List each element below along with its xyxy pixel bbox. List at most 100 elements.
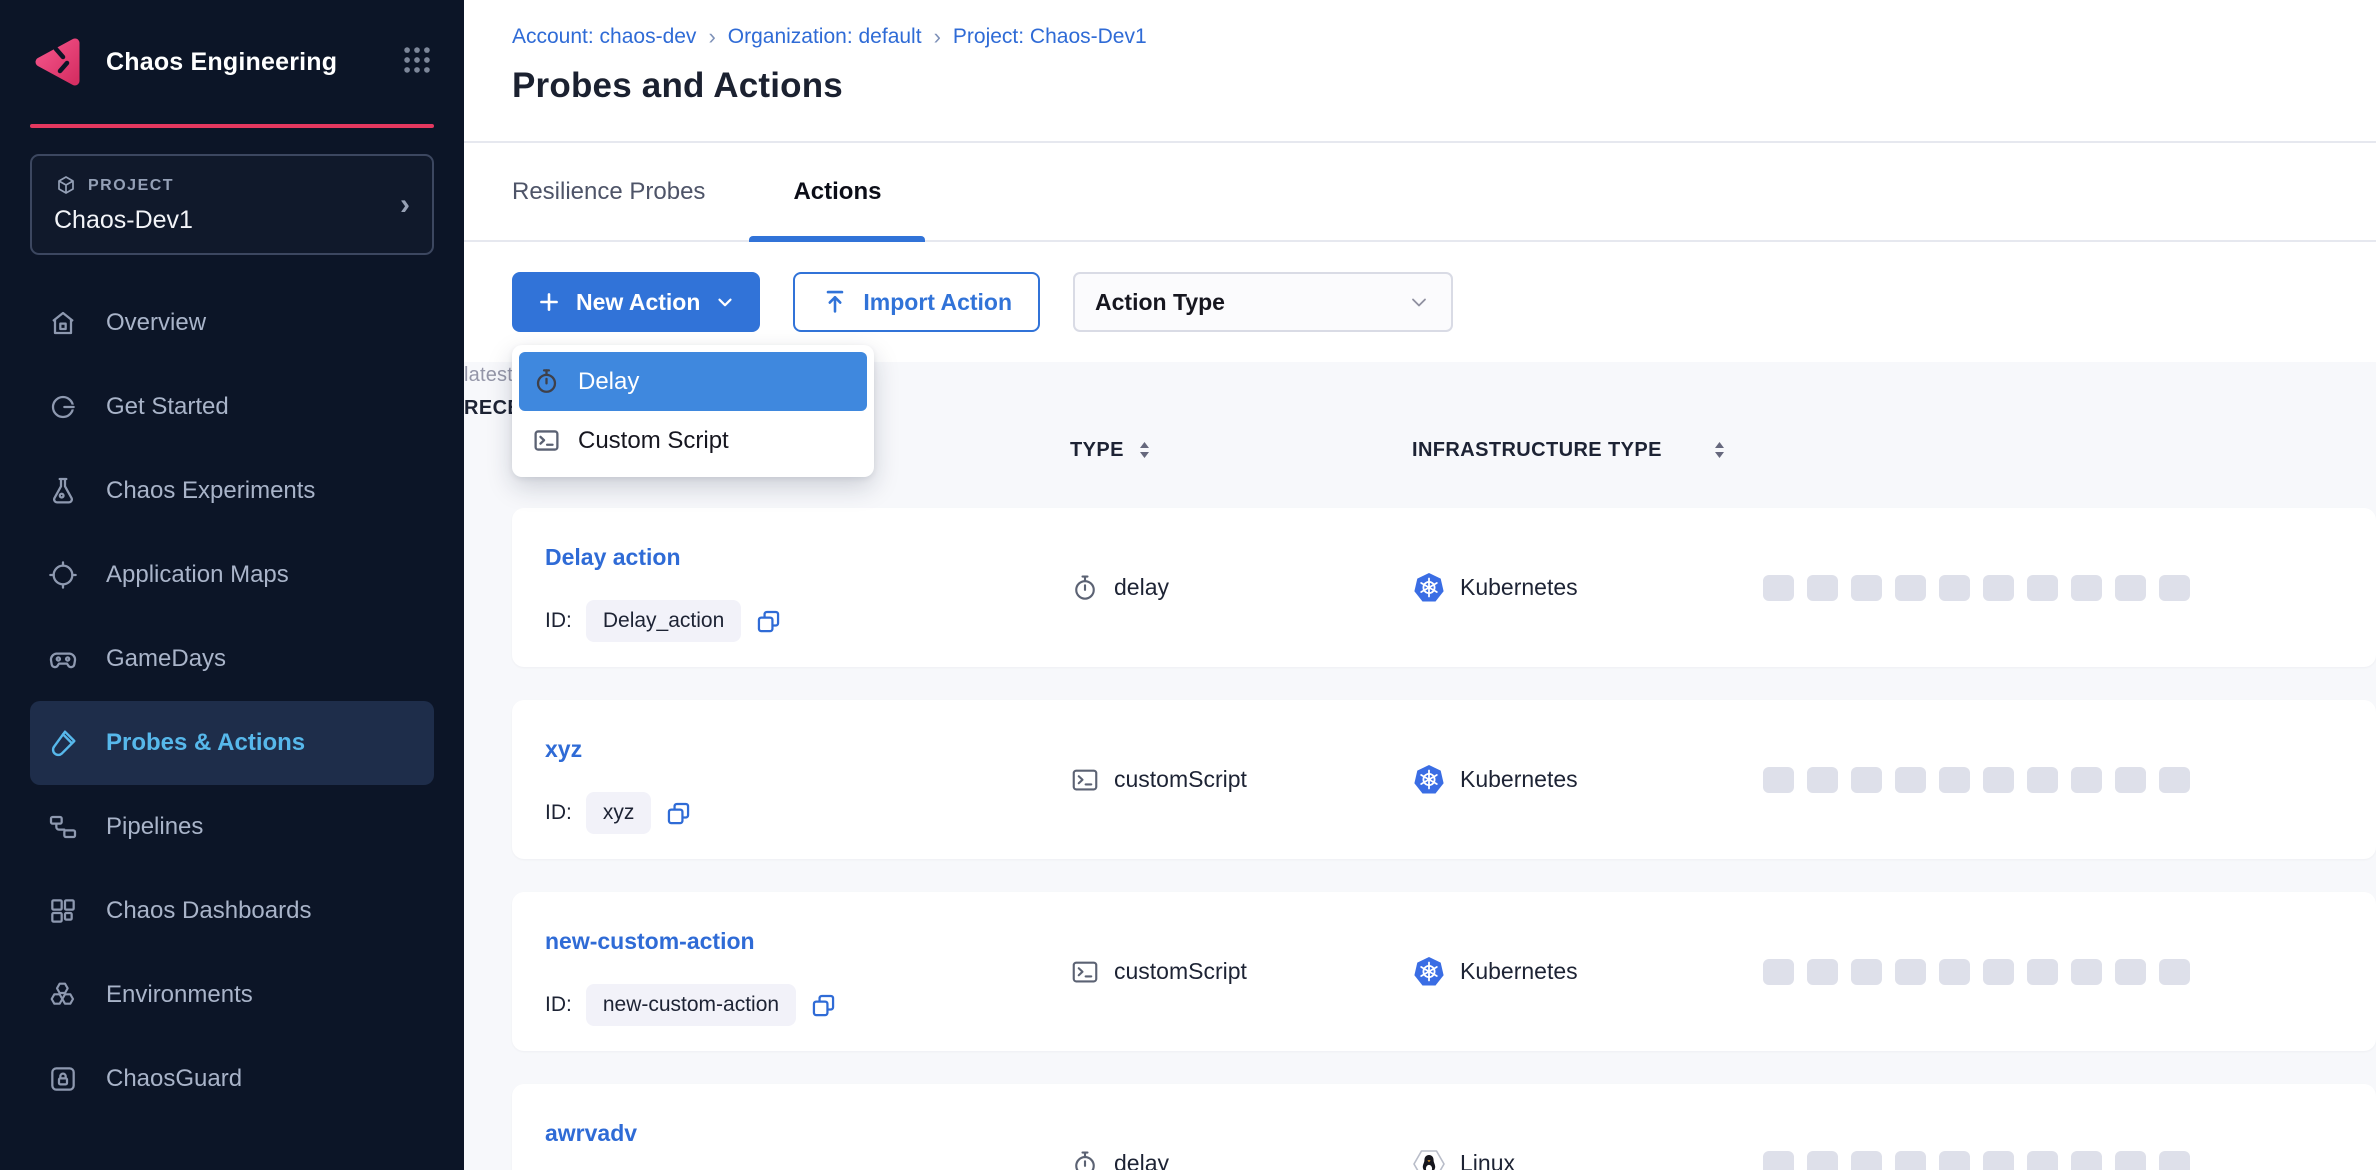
column-header-infrastructure-type[interactable]: INFRASTRUCTURE TYPE — [1412, 436, 1728, 464]
breadcrumb-account[interactable]: Account: chaos-dev — [512, 25, 696, 49]
sidebar-item-environments[interactable]: Environments — [30, 953, 434, 1037]
probe-icon — [46, 726, 80, 760]
execution-result-placeholder — [2159, 959, 2190, 985]
execution-result-placeholder — [1763, 767, 1794, 793]
stopwatch-icon — [1070, 573, 1100, 603]
toolbar: New Action Import Action Action Type — [464, 242, 2376, 362]
type-value: customScript — [1114, 766, 1247, 793]
tab-resilience-probes[interactable]: Resilience Probes — [512, 143, 749, 240]
execution-result-placeholder — [1895, 1151, 1926, 1170]
execution-result-placeholder — [2159, 767, 2190, 793]
gamepad-icon — [46, 642, 80, 676]
module-grid-icon[interactable] — [400, 43, 434, 82]
recent-executions-cell — [1763, 892, 2190, 1051]
infrastructure-cell: Linux — [1412, 1084, 1515, 1170]
sidebar-header: Chaos Engineering — [0, 0, 464, 118]
chevron-down-icon — [714, 291, 736, 313]
menu-item-custom-script[interactable]: Custom Script — [519, 411, 867, 470]
breadcrumb-organization[interactable]: Organization: default — [728, 25, 922, 49]
chaos-logo-icon — [30, 34, 86, 90]
execution-result-placeholder — [2027, 767, 2058, 793]
action-type-value: Action Type — [1095, 289, 1225, 316]
copy-icon[interactable] — [665, 800, 692, 827]
sidebar: Chaos Engineering PROJECT Chaos-Dev1 › — [0, 0, 464, 1170]
tab-actions[interactable]: Actions — [749, 143, 925, 240]
infrastructure-cell: Kubernetes — [1412, 892, 1578, 1051]
breadcrumb-project[interactable]: Project: Chaos-Dev1 — [953, 25, 1147, 49]
terminal-icon — [1070, 765, 1100, 795]
sidebar-item-overview[interactable]: Overview — [30, 281, 434, 365]
sidebar-item-probes-actions[interactable]: Probes & Actions — [30, 701, 434, 785]
table-row: xyz ID: xyz customScript — [512, 700, 2376, 859]
execution-results — [1763, 959, 2190, 985]
sort-icon[interactable] — [1711, 438, 1728, 462]
action-name-link[interactable]: awrvadv — [545, 1120, 637, 1147]
infrastructure-cell: Kubernetes — [1412, 700, 1578, 859]
execution-result-placeholder — [2071, 575, 2102, 601]
sidebar-item-get-started[interactable]: Get Started — [30, 365, 434, 449]
main-area: Account: chaos-dev › Organization: defau… — [464, 0, 2376, 1170]
copy-icon[interactable] — [755, 608, 782, 635]
column-header-type[interactable]: TYPE — [1070, 438, 1153, 462]
execution-result-placeholder — [2027, 959, 2058, 985]
sidebar-item-label: Environments — [106, 981, 253, 1009]
sidebar-item-chaosguard[interactable]: ChaosGuard — [30, 1037, 434, 1121]
import-action-button[interactable]: Import Action — [793, 272, 1040, 332]
action-name-link[interactable]: new-custom-action — [545, 928, 755, 955]
execution-result-placeholder — [1851, 575, 1882, 601]
project-selector[interactable]: PROJECT Chaos-Dev1 › — [30, 154, 434, 255]
sidebar-item-label: GameDays — [106, 645, 226, 673]
sidebar-item-label: Application Maps — [106, 561, 289, 589]
execution-results — [1763, 575, 2190, 601]
action-type-select[interactable]: Action Type — [1073, 272, 1453, 332]
type-value: delay — [1114, 574, 1169, 601]
recent-executions-cell — [1763, 508, 2190, 667]
new-action-button[interactable]: New Action — [512, 272, 760, 332]
action-id: ID: new-custom-action — [545, 984, 837, 1026]
project-label: PROJECT — [88, 177, 174, 195]
menu-item-delay[interactable]: Delay — [519, 352, 867, 411]
id-value: new-custom-action — [586, 984, 796, 1026]
execution-result-placeholder — [2071, 959, 2102, 985]
dashboard-icon — [46, 894, 80, 928]
breadcrumb: Account: chaos-dev › Organization: defau… — [512, 24, 2376, 50]
infrastructure-value: Kubernetes — [1460, 766, 1578, 793]
type-cell: customScript — [1070, 700, 1247, 859]
brand-divider — [30, 124, 434, 128]
execution-result-placeholder — [1851, 1151, 1882, 1170]
page-header: Account: chaos-dev › Organization: defau… — [464, 0, 2376, 143]
action-name-link[interactable]: Delay action — [545, 544, 681, 571]
sidebar-item-chaos-experiments[interactable]: Chaos Experiments — [30, 449, 434, 533]
terminal-icon — [532, 426, 561, 455]
stopwatch-icon — [1070, 1149, 1100, 1170]
execution-result-placeholder — [2071, 767, 2102, 793]
sidebar-item-application-maps[interactable]: Application Maps — [30, 533, 434, 617]
chevron-right-icon: › — [400, 188, 410, 222]
target-icon — [46, 558, 80, 592]
sidebar-item-gamedays[interactable]: GameDays — [30, 617, 434, 701]
new-action-label: New Action — [576, 289, 700, 316]
execution-result-placeholder — [1939, 1151, 1970, 1170]
column-label: INFRASTRUCTURE TYPE — [1412, 436, 1662, 464]
execution-result-placeholder — [1939, 959, 1970, 985]
execution-result-placeholder — [1895, 575, 1926, 601]
import-action-label: Import Action — [863, 289, 1012, 316]
recent-executions-cell — [1763, 700, 2190, 859]
sidebar-nav: Overview Get Started Chaos Experiments — [0, 281, 464, 1121]
execution-result-placeholder — [2027, 1151, 2058, 1170]
copy-icon[interactable] — [810, 992, 837, 1019]
type-value: customScript — [1114, 958, 1247, 985]
actions-table: TYPE INFRASTRUCTURE TYPE latest one on r… — [464, 362, 2376, 1170]
sidebar-item-chaos-dashboards[interactable]: Chaos Dashboards — [30, 869, 434, 953]
home-icon — [46, 306, 80, 340]
chevron-down-icon — [1407, 290, 1431, 314]
execution-result-placeholder — [2115, 767, 2146, 793]
execution-results — [1763, 767, 2190, 793]
sort-icon[interactable] — [1136, 438, 1153, 462]
sidebar-item-pipelines[interactable]: Pipelines — [30, 785, 434, 869]
kubernetes-icon — [1412, 955, 1446, 989]
execution-result-placeholder — [1895, 959, 1926, 985]
action-name-link[interactable]: xyz — [545, 736, 582, 763]
execution-result-placeholder — [2027, 575, 2058, 601]
project-name: Chaos-Dev1 — [54, 206, 193, 235]
